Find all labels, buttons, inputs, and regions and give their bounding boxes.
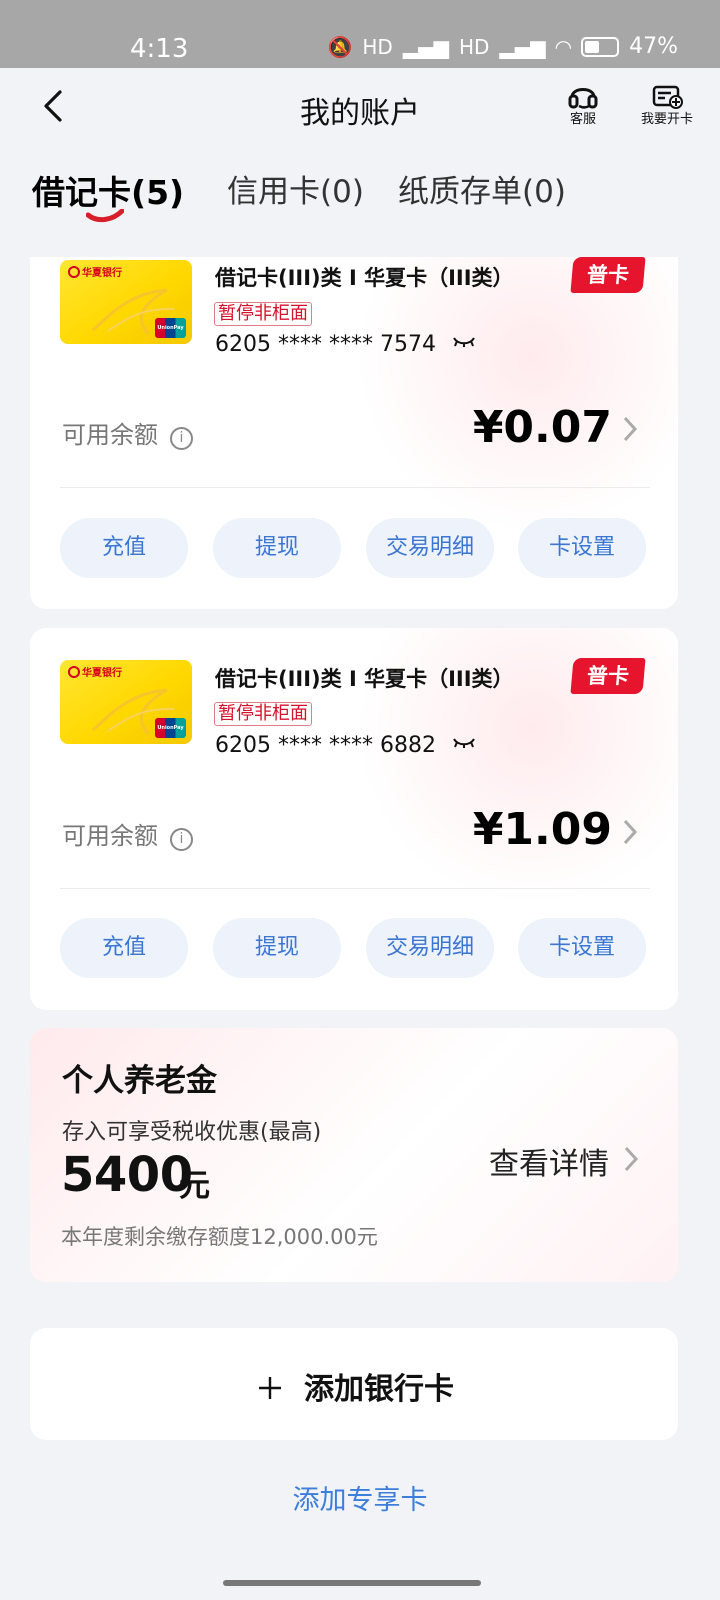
signal-icon-2: ▂▄▆ <box>499 34 546 59</box>
info-icon[interactable]: i <box>170 427 193 450</box>
chevron-right-icon[interactable] <box>620 413 640 445</box>
tab-debit-card[interactable]: 借记卡(5) <box>32 166 184 214</box>
suspension-tag: 暂停非柜面 <box>214 302 312 326</box>
masked-card-number: 6205 **** **** 7574 <box>215 332 475 357</box>
unionpay-logo: UnionPay <box>155 318 186 338</box>
eye-closed-icon[interactable] <box>453 737 475 749</box>
top-up-button[interactable]: 充值 <box>60 918 188 978</box>
status-icons: 🔕 HD ▂▄▆ HD ▂▄▆ ◜◝ 47% <box>327 34 678 59</box>
suspension-tag: 暂停非柜面 <box>214 702 312 726</box>
eye-closed-icon[interactable] <box>453 336 475 348</box>
add-bank-card-label: 添加银行卡 <box>304 1372 454 1407</box>
card-level-badge: 普卡 <box>570 257 646 293</box>
headset-icon <box>568 88 598 109</box>
personal-pension-card[interactable]: 个人养老金 存入可享受税收优惠(最高) 5400 元 本年度剩余缴存额度12,0… <box>30 1028 678 1282</box>
pension-max-amount: 5400 <box>61 1147 193 1203</box>
add-bank-card-button[interactable]: 添加银行卡 <box>30 1328 678 1440</box>
debit-card-6882: 华夏银行 UnionPay 借记卡(III)类 I 华夏卡（III类） 暂停非柜… <box>30 628 678 1010</box>
card-settings-button[interactable]: 卡设置 <box>518 918 646 978</box>
page-title: 我的账户 <box>300 96 420 131</box>
status-bar: 4:13 🔕 HD ▂▄▆ HD ▂▄▆ ◜◝ 47% <box>0 0 720 68</box>
masked-card-number: 6205 **** **** 6882 <box>215 733 475 758</box>
debit-card-7574: 华夏银行 UnionPay 借记卡(III)类 I 华夏卡（III类） 暂停非柜… <box>30 257 678 609</box>
view-details-link[interactable]: 查看详情 <box>489 1139 609 1183</box>
card-settings-button[interactable]: 卡设置 <box>518 518 646 578</box>
card-title: 借记卡(III)类 I 华夏卡（III类） <box>215 667 514 691</box>
info-icon[interactable]: i <box>170 828 193 851</box>
network-hd-label-2: HD <box>458 34 490 59</box>
chevron-right-icon[interactable] <box>621 1143 641 1175</box>
tab-credit-card[interactable]: 信用卡(0) <box>227 166 364 211</box>
plus-icon <box>259 1377 281 1399</box>
unionpay-logo: UnionPay <box>155 718 186 738</box>
card-actions: 充值 提现 交易明细 卡设置 <box>60 918 650 978</box>
account-tabs: 借记卡(5) 信用卡(0) 纸质存单(0) <box>32 166 692 226</box>
battery-percent: 47% <box>629 34 678 59</box>
card-title: 借记卡(III)类 I 华夏卡（III类） <box>215 266 514 290</box>
battery-icon <box>581 36 620 57</box>
available-balance[interactable]: ¥0.07 <box>473 402 612 453</box>
top-up-button[interactable]: 充值 <box>60 518 188 578</box>
pension-remaining-quota: 本年度剩余缴存额度12,000.00元 <box>61 1225 378 1249</box>
open-card-button[interactable]: 我要开卡 <box>633 82 701 128</box>
add-exclusive-card-link[interactable]: 添加专享卡 <box>0 1478 720 1517</box>
tab-paper-deposit[interactable]: 纸质存单(0) <box>398 166 566 211</box>
transaction-details-button[interactable]: 交易明细 <box>366 918 494 978</box>
bank-card-image: 华夏银行 UnionPay <box>60 660 192 744</box>
bank-logo: 华夏银行 <box>68 664 122 679</box>
withdraw-button[interactable]: 提现 <box>213 918 341 978</box>
signal-icon: ▂▄▆ <box>402 34 449 59</box>
mute-icon: 🔕 <box>327 34 353 59</box>
card-plus-icon <box>652 85 683 109</box>
add-bank-card-content: 添加银行卡 <box>256 1364 454 1408</box>
pension-title: 个人养老金 <box>62 1063 217 1099</box>
section-divider <box>60 487 650 488</box>
status-time: 4:13 <box>130 34 189 64</box>
card-actions: 充值 提现 交易明细 卡设置 <box>60 518 650 578</box>
section-divider <box>60 888 650 889</box>
customer-service-button[interactable]: 客服 <box>560 82 606 128</box>
network-hd-label: HD <box>362 34 393 59</box>
pension-description: 存入可享受税收优惠(最高) <box>62 1120 322 1145</box>
chevron-right-icon[interactable] <box>620 816 640 848</box>
wifi-icon: ◜◝ <box>555 34 572 59</box>
pension-amount-unit: 元 <box>179 1168 210 1204</box>
available-balance-label: 可用余额 i <box>62 816 193 851</box>
transaction-details-button[interactable]: 交易明细 <box>366 518 494 578</box>
card-level-badge: 普卡 <box>570 658 646 694</box>
available-balance-label: 可用余额 i <box>62 415 193 450</box>
withdraw-button[interactable]: 提现 <box>213 518 341 578</box>
service-label: 客服 <box>569 112 596 127</box>
active-tab-indicator <box>86 209 124 223</box>
bank-logo: 华夏银行 <box>68 264 122 279</box>
open-card-label: 我要开卡 <box>640 112 693 127</box>
available-balance[interactable]: ¥1.09 <box>473 804 612 855</box>
bank-card-image: 华夏银行 UnionPay <box>60 260 192 344</box>
home-indicator[interactable] <box>223 1580 481 1586</box>
